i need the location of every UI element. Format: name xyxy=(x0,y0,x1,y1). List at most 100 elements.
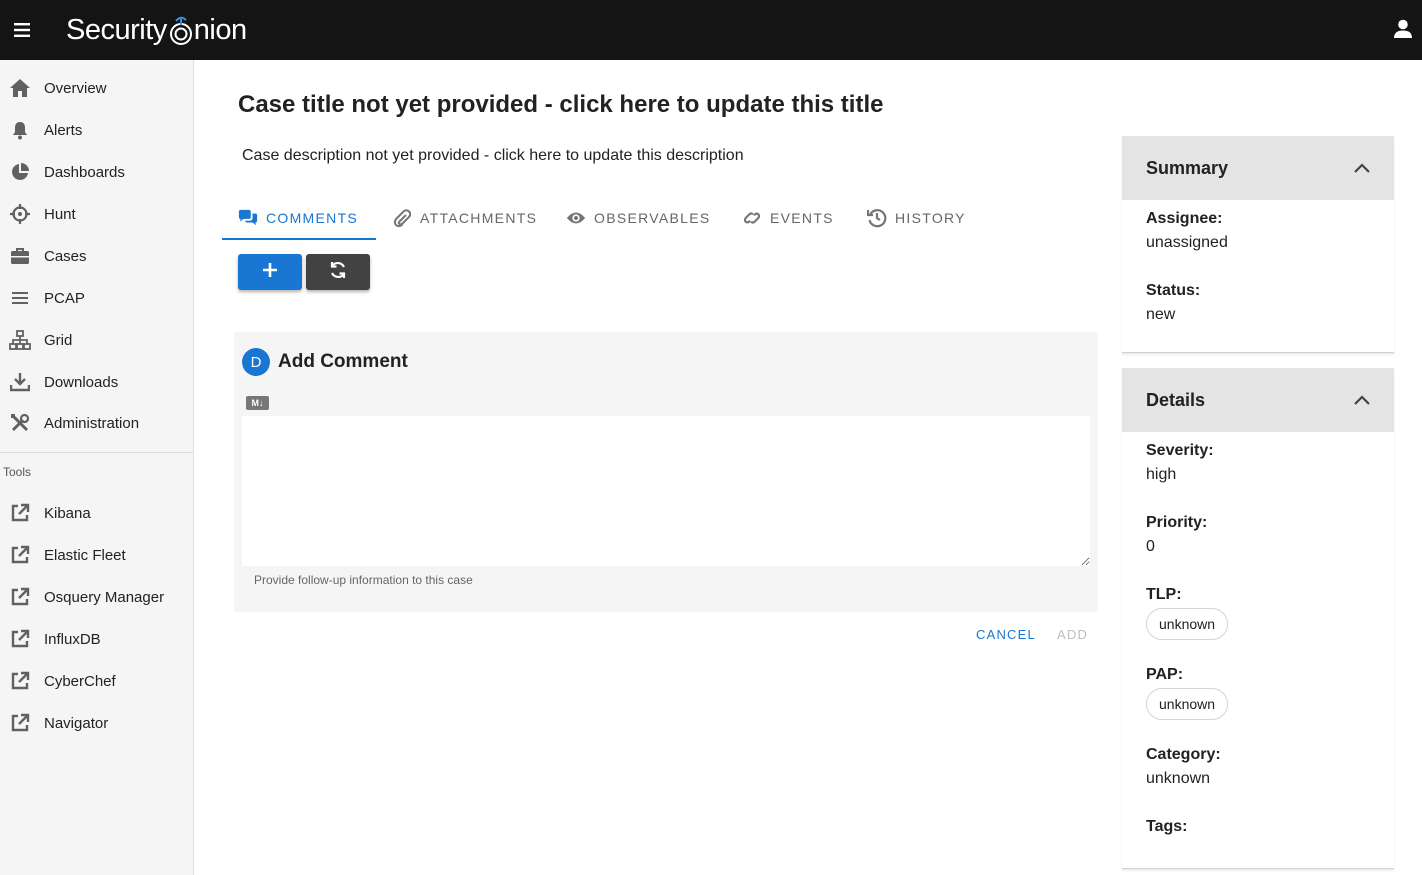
sidebar-item-osquery-manager[interactable]: Osquery Manager xyxy=(0,577,193,617)
tab-observables[interactable]: OBSERVABLES xyxy=(566,196,711,240)
sidebar-item-label: Navigator xyxy=(44,714,109,732)
sidebar-item-label: Dashboards xyxy=(44,163,125,181)
sidebar-item-label: Grid xyxy=(44,331,73,349)
external-link-icon xyxy=(9,503,31,523)
category-label: Category: xyxy=(1146,746,1221,763)
category-value: unknown xyxy=(1146,770,1211,787)
sidebar-item-label: Cases xyxy=(44,247,87,265)
assignee-label: Assignee: xyxy=(1146,210,1223,227)
tab-label: EVENTS xyxy=(770,210,834,226)
tools-icon xyxy=(9,413,31,433)
bell-icon xyxy=(9,120,31,140)
tools-heading: Tools xyxy=(3,465,32,479)
sidebar-item-label: Hunt xyxy=(44,205,76,223)
tab-events[interactable]: EVENTS xyxy=(742,196,834,240)
crosshairs-icon xyxy=(9,204,31,224)
sidebar-item-label: CyberChef xyxy=(44,672,116,690)
external-link-icon xyxy=(9,671,31,691)
tab-label: OBSERVABLES xyxy=(594,210,711,226)
priority-label: Priority: xyxy=(1146,514,1208,531)
logo-text-nion: nion xyxy=(193,13,247,46)
sidebar-item-label: Kibana xyxy=(44,504,91,522)
tab-comments[interactable]: COMMENTS xyxy=(238,196,358,240)
sidebar-item-hunt[interactable]: Hunt xyxy=(0,194,193,234)
paperclip-icon xyxy=(392,208,412,228)
comment-textarea[interactable] xyxy=(242,416,1090,566)
app-bar: Security nion xyxy=(0,0,1422,60)
tab-history[interactable]: HISTORY xyxy=(867,196,966,240)
add-button[interactable]: ADD xyxy=(1048,622,1097,646)
markdown-icon: M↓ xyxy=(246,396,269,410)
plus-icon xyxy=(262,262,278,283)
sidebar-item-label: Administration xyxy=(44,414,140,432)
link-icon xyxy=(742,208,762,228)
external-link-icon xyxy=(9,629,31,649)
sidebar-item-label: Osquery Manager xyxy=(44,588,165,606)
sidebar-item-grid[interactable]: Grid xyxy=(0,320,193,360)
refresh-icon xyxy=(329,261,347,284)
sidebar-item-label: Elastic Fleet xyxy=(44,546,126,564)
user-account-icon[interactable] xyxy=(1392,18,1414,40)
sidebar-item-dashboards[interactable]: Dashboards xyxy=(0,152,193,192)
pie-chart-icon xyxy=(9,162,31,182)
tab-label: HISTORY xyxy=(895,210,966,226)
list-icon xyxy=(9,288,31,308)
tab-label: ATTACHMENTS xyxy=(420,210,538,226)
case-description[interactable]: Case description not yet provided - clic… xyxy=(242,147,744,165)
tab-label: COMMENTS xyxy=(266,210,359,226)
security-onion-logo[interactable]: Security nion xyxy=(66,9,247,51)
tlp-chip[interactable]: unknown xyxy=(1146,608,1229,640)
hamburger-menu-icon[interactable] xyxy=(10,18,34,42)
logo-text-security: Security xyxy=(66,13,167,46)
summary-panel-header[interactable]: Summary xyxy=(1122,136,1394,200)
refresh-button[interactable] xyxy=(306,254,370,290)
add-comment-button[interactable] xyxy=(238,254,302,290)
sidebar-item-navigator[interactable]: Navigator xyxy=(0,703,193,743)
external-link-icon xyxy=(9,587,31,607)
cancel-button[interactable]: CANCEL xyxy=(966,622,1046,646)
summary-title: Summary xyxy=(1146,158,1229,178)
details-panel: Details Severity: high Priority: 0 TLP: … xyxy=(1122,368,1394,869)
tlp-label: TLP: xyxy=(1146,586,1182,603)
chevron-up-icon xyxy=(1352,158,1372,178)
sidebar-item-kibana[interactable]: Kibana xyxy=(0,493,193,533)
sidebar-item-pcap[interactable]: PCAP xyxy=(0,278,193,318)
sidebar-item-overview[interactable]: Overview xyxy=(0,68,193,108)
priority-value: 0 xyxy=(1146,538,1155,555)
comments-icon xyxy=(238,208,258,228)
home-icon xyxy=(9,78,31,98)
briefcase-icon xyxy=(9,246,31,266)
onion-logo-icon xyxy=(168,15,194,45)
sidebar-item-cases[interactable]: Cases xyxy=(0,236,193,276)
pap-chip[interactable]: unknown xyxy=(1146,688,1229,720)
case-title[interactable]: Case title not yet provided - click here… xyxy=(238,91,883,119)
sidebar-item-administration[interactable]: Administration xyxy=(0,403,193,443)
sidebar-divider xyxy=(0,452,193,453)
sidebar-item-alerts[interactable]: Alerts xyxy=(0,110,193,150)
status-value: new xyxy=(1146,306,1176,323)
add-comment-card: D Add Comment M↓ Provide follow-up infor… xyxy=(234,332,1098,612)
tab-attachments[interactable]: ATTACHMENTS xyxy=(392,196,537,240)
pap-label: PAP: xyxy=(1146,666,1184,683)
sidebar-item-elastic-fleet[interactable]: Elastic Fleet xyxy=(0,535,193,575)
navigation-drawer: Overview Alerts Dashboards Hunt Cases PC… xyxy=(0,60,194,875)
sidebar-item-label: Overview xyxy=(44,79,107,97)
sidebar-item-cyberchef[interactable]: CyberChef xyxy=(0,661,193,701)
sidebar-item-label: Alerts xyxy=(44,121,83,139)
add-comment-title: Add Comment xyxy=(278,351,408,372)
sidebar-item-label: Downloads xyxy=(44,373,119,391)
external-link-icon xyxy=(9,545,31,565)
details-panel-header[interactable]: Details xyxy=(1122,368,1394,432)
sidebar-item-label: InfluxDB xyxy=(44,630,101,648)
external-link-icon xyxy=(9,713,31,733)
assignee-value: unassigned xyxy=(1146,234,1228,251)
details-title: Details xyxy=(1146,390,1206,410)
sidebar-item-downloads[interactable]: Downloads xyxy=(0,362,193,402)
severity-label: Severity: xyxy=(1146,442,1214,459)
network-icon xyxy=(9,330,31,350)
comment-hint: Provide follow-up information to this ca… xyxy=(254,573,473,587)
download-icon xyxy=(9,372,31,392)
sidebar-item-influxdb[interactable]: InfluxDB xyxy=(0,619,193,659)
summary-panel: Summary Assignee: unassigned Status: new xyxy=(1122,136,1394,353)
tags-label: Tags: xyxy=(1146,818,1188,835)
